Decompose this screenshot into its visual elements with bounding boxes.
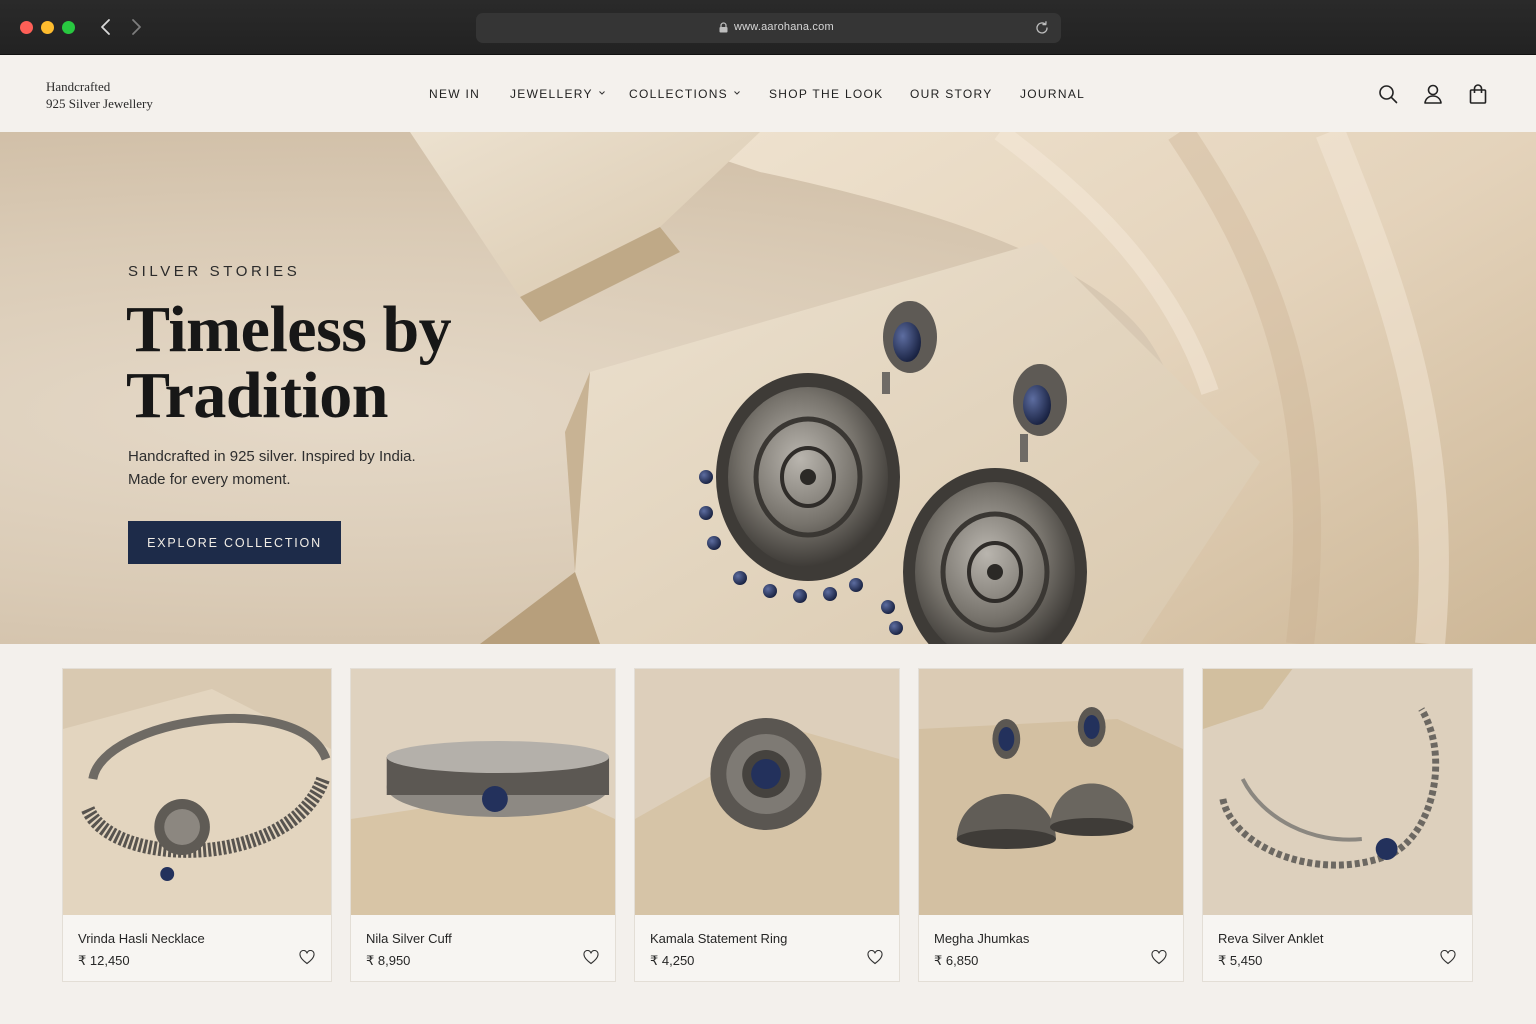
address-bar[interactable]: www.aarohana.com (476, 13, 1061, 43)
product-image (919, 669, 1183, 915)
hero-title: Timeless by Tradition (126, 297, 566, 429)
necklace-image (63, 669, 331, 915)
nav-shop-the-look[interactable]: SHOP THE LOOK (769, 87, 884, 101)
product-name: Vrinda Hasli Necklace (78, 931, 205, 946)
wishlist-heart-icon[interactable] (1151, 950, 1167, 965)
nav-our-story[interactable]: OUR STORY (910, 87, 993, 101)
jhumkas-image (919, 669, 1183, 915)
product-card[interactable]: Reva Silver Anklet ₹ 5,450 (1202, 668, 1473, 982)
nav-collections[interactable]: COLLECTIONS (629, 87, 741, 101)
nav-shop-the-look-label: SHOP THE LOOK (769, 87, 884, 101)
shopping-bag-icon[interactable] (1467, 83, 1489, 105)
product-name: Kamala Statement Ring (650, 931, 788, 946)
product-card[interactable]: Kamala Statement Ring ₹ 4,250 (634, 668, 900, 982)
hero-title-line-1: Timeless by (126, 293, 452, 366)
explore-collection-button[interactable]: EXPLORE COLLECTION (128, 521, 341, 564)
product-card[interactable]: Megha Jhumkas ₹ 6,850 (918, 668, 1184, 982)
hero-subtitle: Handcrafted in 925 silver. Inspired by I… (128, 445, 468, 491)
brand-line-2: 925 Silver Jewellery (46, 96, 153, 111)
ring-image (635, 669, 899, 915)
product-image (63, 669, 331, 915)
brand-line-1: Handcrafted (46, 79, 111, 94)
hero-title-line-2: Tradition (126, 359, 388, 432)
wishlist-heart-icon[interactable] (867, 950, 883, 965)
nav-collections-label: COLLECTIONS (629, 87, 728, 101)
reload-icon[interactable] (1034, 20, 1050, 36)
nav-new-in[interactable]: NEW IN (429, 87, 480, 101)
lock-icon (719, 22, 728, 33)
product-image (635, 669, 899, 915)
url-text: www.aarohana.com (734, 21, 834, 33)
anklet-image (1203, 669, 1472, 915)
product-name: Reva Silver Anklet (1218, 931, 1324, 946)
product-price: ₹ 8,950 (366, 953, 411, 968)
product-grid: Vrinda Hasli Necklace ₹ 12,450 Nila Silv… (0, 644, 1536, 1024)
product-price: ₹ 5,450 (1218, 953, 1263, 968)
hero-banner: SILVER STORIES Timeless by Tradition Han… (0, 132, 1536, 644)
product-name: Megha Jhumkas (934, 931, 1030, 946)
hero-subtitle-line-1: Handcrafted in 925 silver. Inspired by I… (128, 448, 416, 465)
product-price: ₹ 6,850 (934, 953, 979, 968)
forward-arrow-icon[interactable] (126, 17, 146, 37)
nav-journal[interactable]: JOURNAL (1020, 87, 1085, 101)
close-window-button[interactable] (20, 21, 33, 34)
wishlist-heart-icon[interactable] (299, 950, 315, 965)
nav-new-in-label: NEW IN (429, 87, 481, 101)
account-icon[interactable] (1422, 83, 1444, 105)
product-name: Nila Silver Cuff (366, 931, 452, 946)
product-price: ₹ 4,250 (650, 953, 695, 968)
wishlist-heart-icon[interactable] (1440, 950, 1456, 965)
product-card[interactable]: Vrinda Hasli Necklace ₹ 12,450 (62, 668, 332, 982)
chevron-down-icon (598, 91, 605, 95)
back-arrow-icon[interactable] (96, 17, 116, 37)
browser-chrome: www.aarohana.com (0, 0, 1536, 55)
brand-logo[interactable]: Handcrafted 925 Silver Jewellery (46, 78, 153, 112)
cuff-image (351, 669, 615, 915)
product-image (1203, 669, 1472, 915)
minimize-window-button[interactable] (41, 21, 54, 34)
product-image (351, 669, 615, 915)
chevron-down-icon (734, 91, 740, 95)
maximize-window-button[interactable] (62, 21, 75, 34)
nav-jewellery[interactable]: JEWELLERY (510, 87, 606, 101)
product-price: ₹ 12,450 (78, 953, 130, 968)
hero-subtitle-line-2: Made for every moment. (128, 471, 291, 488)
nav-jewellery-label: JEWELLERY (510, 87, 593, 101)
wishlist-heart-icon[interactable] (583, 950, 599, 965)
product-card[interactable]: Nila Silver Cuff ₹ 8,950 (350, 668, 616, 982)
nav-journal-label: JOURNAL (1020, 87, 1086, 101)
hero-eyebrow: SILVER STORIES (128, 263, 301, 280)
site-header: Handcrafted 925 Silver Jewellery NEW IN … (0, 55, 1536, 132)
search-icon[interactable] (1377, 83, 1399, 105)
nav-our-story-label: OUR STORY (910, 87, 993, 101)
